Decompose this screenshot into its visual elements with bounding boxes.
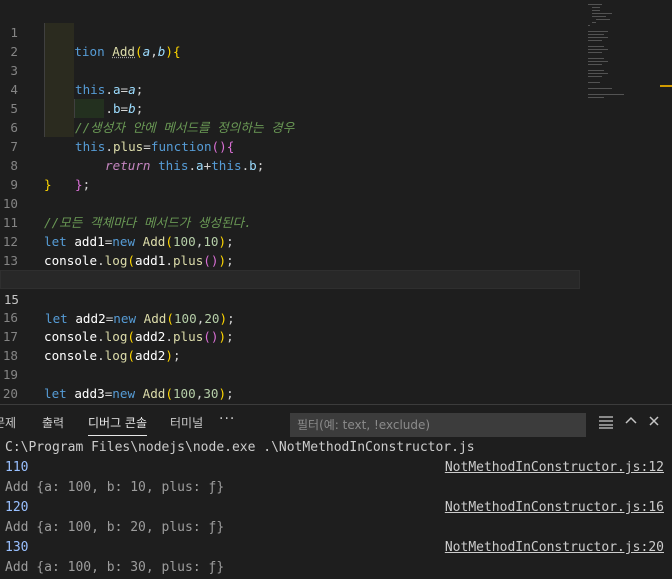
console-source-link[interactable]: NotMethodInConstructor.js:20 [445, 538, 664, 558]
tab-terminal[interactable]: 터미널 [170, 414, 203, 431]
console-value: 110 [5, 460, 29, 475]
minimap[interactable] [584, 0, 672, 110]
filter-input[interactable]: 필터(예: text, !exclude) [290, 413, 586, 437]
code-line[interactable]: 3 this.b=b; [0, 42, 590, 116]
current-code-line[interactable]: 15 let add2=new Add(100,20); [0, 270, 580, 326]
code-editor[interactable]: 1 function Add(a,b){ 2 this.a=a; 3 this.… [0, 0, 672, 404]
code-line[interactable]: 13 console.log(add1); [0, 232, 590, 287]
code-line[interactable]: 4 //생성자 안에 메서드를 정의하는 경우 [0, 61, 590, 135]
code-line[interactable]: 7 }; [0, 118, 590, 192]
code-line[interactable]: 12 console.log(add1.plus()); [0, 213, 590, 268]
code-line[interactable]: 8 } [0, 137, 590, 192]
console-object[interactable]: Add {a: 100, b: 20, plus: ƒ} [5, 518, 224, 538]
console-command: C:\Program Files\nodejs\node.exe .\NotMe… [5, 440, 475, 455]
panel-tab-bar: 문제 출력 디버그 콘솔 터미널 ··· 필터(예: text, !exclud… [0, 405, 672, 439]
code-line[interactable]: 10 //모든 객체마다 메서드가 생성된다. [0, 175, 590, 230]
code-line[interactable]: 18 [0, 327, 590, 363]
code-line[interactable]: 16 console.log(add2.plus()); [0, 289, 590, 344]
code-line[interactable]: 21 console.log(add3); [0, 384, 590, 403]
clear-console-icon[interactable] [597, 414, 615, 434]
close-icon[interactable] [645, 414, 663, 432]
console-value: 120 [5, 500, 29, 515]
code-line[interactable]: 14 [0, 251, 590, 287]
console-object[interactable]: Add {a: 100, b: 10, plus: ƒ} [5, 478, 224, 498]
code-line[interactable]: 20 console.log(add3.plus()); [0, 365, 590, 401]
code-line[interactable]: 17 console.log(add2); [0, 308, 590, 363]
code-line[interactable]: 5 this.plus=function(){ [0, 80, 590, 154]
tab-debug-console[interactable]: 디버그 콘솔 [88, 414, 148, 436]
tab-problems[interactable]: 문제 [0, 414, 16, 431]
console-source-link[interactable]: NotMethodInConstructor.js:16 [445, 498, 664, 518]
bottom-panel: 문제 출력 디버그 콘솔 터미널 ··· 필터(예: text, !exclud… [0, 404, 672, 579]
code-line[interactable]: 19 let add3=new Add(100,30); [0, 346, 590, 401]
more-actions-icon[interactable]: ··· [219, 411, 235, 427]
code-line[interactable]: 1 function Add(a,b){ [0, 4, 590, 59]
console-object[interactable]: Add {a: 100, b: 30, plus: ƒ} [5, 558, 224, 578]
console-source-link[interactable]: NotMethodInConstructor.js:12 [445, 458, 664, 478]
code-line[interactable]: 11 let add1=new Add(100,10); [0, 194, 590, 249]
tab-output[interactable]: 출력 [42, 414, 64, 431]
code-line[interactable]: 6 return this.a+this.b; [0, 99, 590, 173]
chevron-up-icon[interactable] [622, 414, 640, 432]
code-line[interactable]: 2 this.a=a; [0, 23, 590, 97]
minimap-highlight [660, 85, 672, 87]
console-value: 130 [5, 540, 29, 555]
code-line[interactable]: 9 [0, 156, 590, 192]
